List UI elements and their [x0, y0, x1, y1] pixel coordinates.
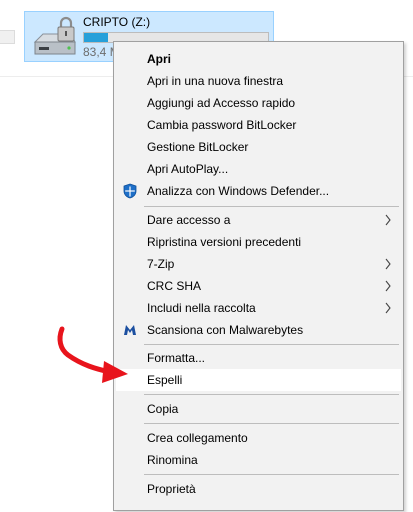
menu-item-label: Aggiungi ad Accesso rapido [147, 96, 296, 110]
menu-item-label: Formatta... [147, 351, 206, 365]
windows-defender-icon [123, 183, 137, 199]
menu-item-rinomina[interactable]: Rinomina [116, 449, 401, 471]
menu-item-label: Includi nella raccolta [147, 301, 256, 315]
red-arrow-annotation [57, 326, 128, 383]
menu-item-label: Apri [147, 52, 171, 66]
menu-separator [144, 344, 399, 345]
adjacent-drive-tile[interactable] [0, 30, 15, 44]
menu-separator [144, 394, 399, 395]
menu-item-cambia-password-bitlocker[interactable]: Cambia password BitLocker [116, 114, 401, 136]
menu-item-7zip[interactable]: 7-Zip [116, 253, 401, 275]
menu-item-label: Scansiona con Malwarebytes [147, 323, 304, 337]
menu-separator [144, 206, 399, 207]
menu-item-formatta[interactable]: Formatta... [116, 347, 401, 369]
menu-item-copia[interactable]: Copia [116, 398, 401, 420]
menu-separator [144, 474, 399, 475]
menu-item-apri-nuova-finestra[interactable]: Apri in una nuova finestra [116, 70, 401, 92]
context-menu: Apri Apri in una nuova finestra Aggiungi… [113, 41, 404, 511]
menu-item-label: Proprietà [147, 482, 196, 496]
chevron-right-icon [385, 214, 391, 226]
menu-item-label: Ripristina versioni precedenti [147, 235, 302, 249]
chevron-right-icon [385, 280, 391, 292]
drive-usage-fill [84, 33, 108, 42]
menu-item-malwarebytes[interactable]: Scansiona con Malwarebytes [116, 319, 401, 341]
menu-item-label: Rinomina [147, 453, 198, 467]
menu-item-label: Gestione BitLocker [147, 140, 249, 154]
menu-item-windows-defender[interactable]: Analizza con Windows Defender... [116, 180, 401, 202]
menu-item-label: Cambia password BitLocker [147, 118, 297, 132]
menu-item-label: Espelli [147, 373, 183, 387]
menu-item-accesso-rapido[interactable]: Aggiungi ad Accesso rapido [116, 92, 401, 114]
menu-item-label: Apri AutoPlay... [147, 162, 229, 176]
locked-drive-icon [33, 16, 76, 55]
menu-item-espelli[interactable]: Espelli [116, 369, 401, 391]
chevron-right-icon [385, 302, 391, 314]
menu-item-dare-accesso-a[interactable]: Dare accesso a [116, 209, 401, 231]
menu-item-apri[interactable]: Apri [116, 48, 401, 70]
menu-item-proprieta[interactable]: Proprietà [116, 478, 401, 500]
menu-item-ripristina-versioni[interactable]: Ripristina versioni precedenti [116, 231, 401, 253]
menu-item-apri-autoplay[interactable]: Apri AutoPlay... [116, 158, 401, 180]
menu-item-label: Dare accesso a [147, 213, 231, 227]
menu-item-includi-raccolta[interactable]: Includi nella raccolta [116, 297, 401, 319]
menu-item-label: Analizza con Windows Defender... [147, 184, 330, 198]
menu-item-gestione-bitlocker[interactable]: Gestione BitLocker [116, 136, 401, 158]
menu-item-label: Crea collegamento [147, 431, 248, 445]
menu-item-label: CRC SHA [147, 279, 202, 293]
chevron-right-icon [385, 258, 391, 270]
drive-name: CRIPTO (Z:) [83, 15, 151, 29]
menu-item-label: 7-Zip [147, 257, 175, 271]
menu-item-label: Copia [147, 402, 179, 416]
menu-separator [144, 423, 399, 424]
menu-item-crc-sha[interactable]: CRC SHA [116, 275, 401, 297]
menu-item-label: Apri in una nuova finestra [147, 74, 284, 88]
menu-item-crea-collegamento[interactable]: Crea collegamento [116, 427, 401, 449]
